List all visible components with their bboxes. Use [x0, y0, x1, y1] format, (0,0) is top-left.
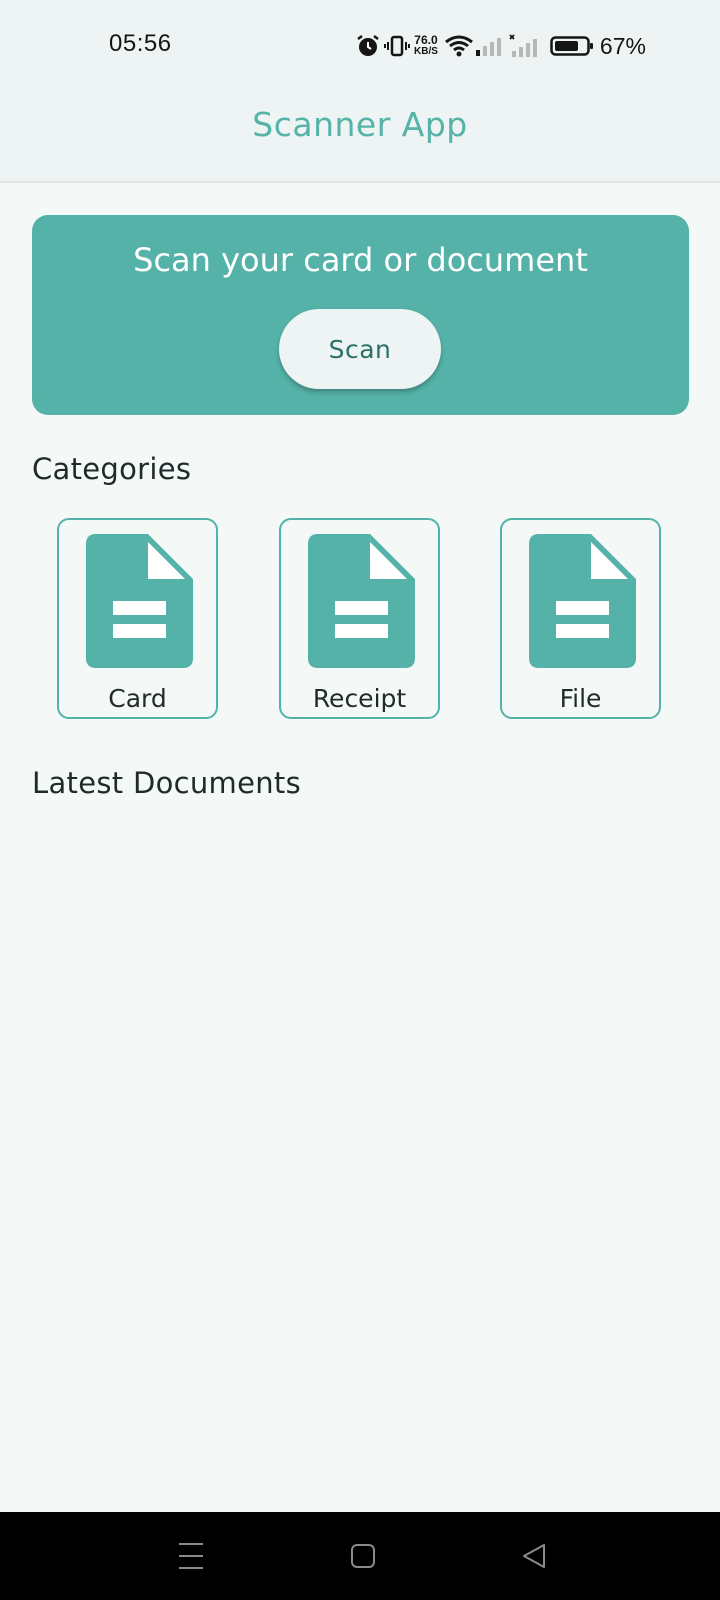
app-title: Scanner App — [252, 105, 468, 144]
document-icon — [308, 534, 415, 668]
scan-banner: Scan your card or document Scan — [32, 215, 689, 415]
battery-percentage: 67% — [599, 32, 646, 59]
signal-icon — [475, 38, 501, 56]
network-speed-value: 76.0 — [414, 33, 438, 47]
document-icon — [529, 534, 636, 668]
navigation-bar — [0, 1512, 720, 1600]
status-time: 05:56 — [109, 30, 172, 57]
menu-icon[interactable] — [167, 1534, 215, 1578]
category-receipt[interactable]: Receipt — [279, 518, 440, 719]
categories-title: Categories — [32, 452, 192, 486]
network-speed-unit: KB/S — [414, 46, 438, 57]
home-icon[interactable] — [339, 1534, 387, 1578]
scan-button[interactable]: Scan — [279, 309, 441, 389]
latest-documents-title: Latest Documents — [32, 766, 301, 800]
document-icon — [86, 534, 193, 668]
top-bar: 05:56 76.0 KB/S 67% Scanner App — [0, 0, 720, 183]
back-icon[interactable] — [510, 1534, 558, 1578]
wifi-icon — [444, 35, 473, 57]
battery-icon — [550, 36, 593, 56]
signal-no-service-icon — [509, 34, 537, 57]
network-speed: 76.0 KB/S — [414, 33, 438, 57]
status-icons: 76.0 KB/S 67% — [356, 30, 646, 62]
category-label: File — [559, 684, 602, 713]
alarm-icon — [357, 35, 379, 56]
category-label: Receipt — [312, 684, 407, 713]
vibrate-icon — [384, 35, 410, 57]
category-label: Card — [108, 684, 167, 713]
category-card[interactable]: Card — [57, 518, 218, 719]
category-file[interactable]: File — [500, 518, 661, 719]
scan-heading: Scan your card or document — [133, 241, 588, 279]
